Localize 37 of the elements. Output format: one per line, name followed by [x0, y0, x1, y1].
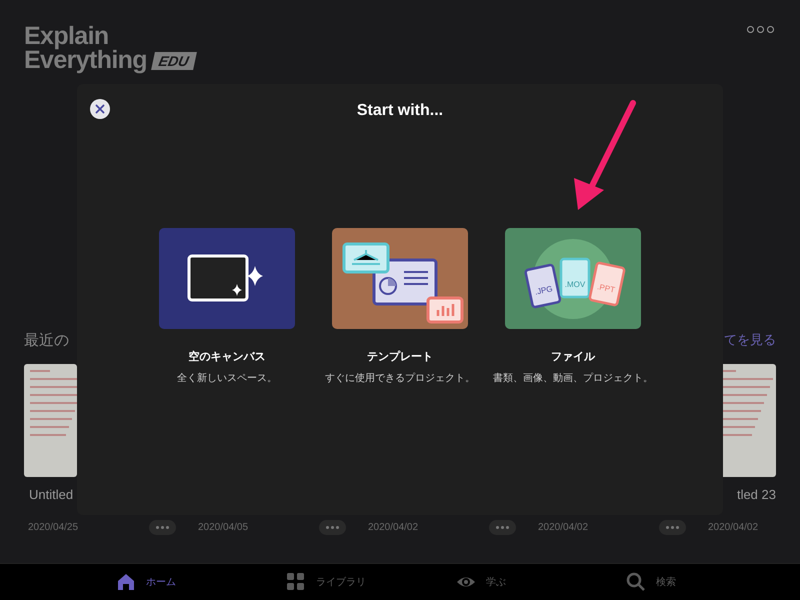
more-button[interactable]: [489, 520, 516, 534]
option-description: 全く新しいスペース。: [177, 372, 277, 386]
file-date: 2020/04/02: [538, 520, 588, 534]
logo-text: Everything: [24, 48, 147, 72]
search-icon: [626, 572, 646, 592]
file-date: 2020/04/02: [368, 520, 418, 534]
option-card[interactable]: [159, 228, 295, 329]
nav-tab[interactable]: ホーム: [116, 572, 286, 592]
close-icon: [95, 104, 105, 114]
grid-icon: [286, 572, 306, 592]
file-date: 2020/04/02: [708, 520, 758, 534]
dialog-title: Start with...: [356, 101, 444, 121]
option-card[interactable]: .JPG .MOV .PPT: [505, 228, 641, 329]
option-title: ファイル: [551, 350, 595, 365]
file-date: 2020/04/25: [28, 520, 78, 534]
edu-badge: EDU: [151, 52, 196, 70]
section-heading: 最近の: [24, 331, 69, 351]
close-button[interactable]: [90, 99, 110, 119]
option-title: 空のキャンバス: [188, 350, 266, 365]
more-button[interactable]: [149, 520, 176, 534]
see-all-link[interactable]: てを見る: [724, 330, 776, 364]
nav-tab[interactable]: 学ぶ: [456, 572, 626, 592]
more-button[interactable]: [659, 520, 686, 534]
document-thumbnail[interactable]: [24, 364, 77, 477]
nav-tab[interactable]: 検索: [626, 572, 796, 592]
logo-text: Explain: [24, 24, 109, 48]
file-title[interactable]: tled 23: [736, 485, 776, 507]
option-title: テンプレート: [367, 350, 433, 365]
option-description: 書類、画像、動画、プロジェクト。: [493, 372, 653, 386]
more-button[interactable]: [319, 520, 346, 534]
option-description: すぐに使用できるプロジェクト。: [325, 372, 475, 386]
file-title[interactable]: Untitled: [29, 485, 74, 507]
file-date: 2020/04/05: [198, 520, 248, 534]
option-card[interactable]: [332, 228, 468, 329]
more-button[interactable]: [747, 26, 774, 33]
home-icon: [116, 572, 136, 592]
nav-tab[interactable]: ライブラリ: [286, 572, 456, 592]
